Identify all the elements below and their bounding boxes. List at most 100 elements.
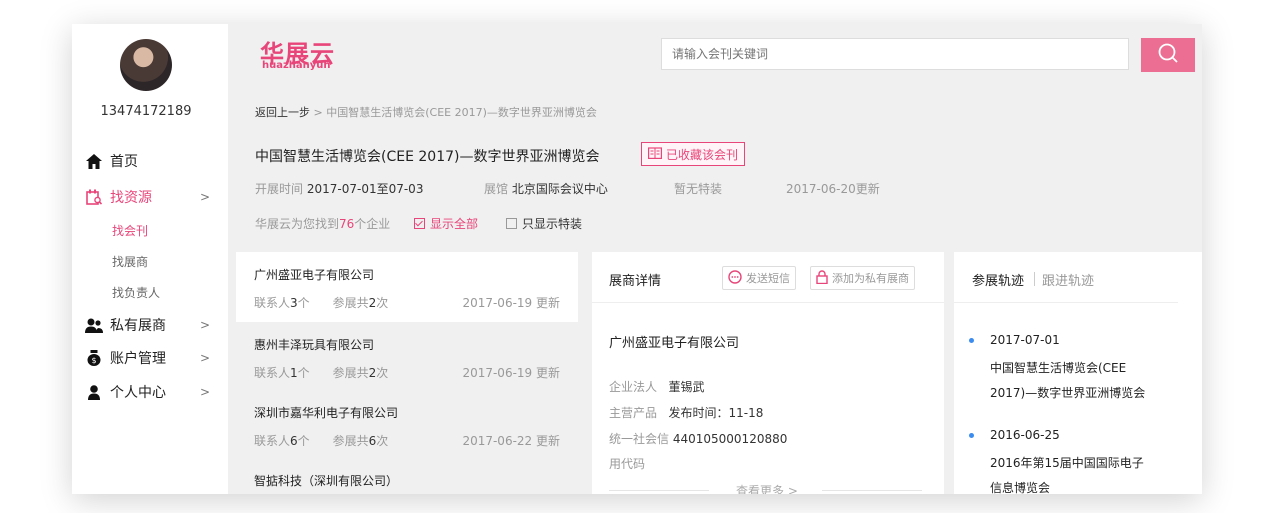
special-only-option[interactable]: 只显示特装 [506,215,582,232]
svg-text:$: $ [91,356,96,365]
contacts-unit: 个 [297,366,310,380]
result-count: 华展云为您找到76个企业 [255,215,390,232]
home-icon [84,152,104,170]
company-list: 广州盛亚电子有限公司 联系人3个 参展共2次 2017-06-19 更新 惠州丰… [236,252,578,494]
page-title: 中国智慧生活博览会(CEE 2017)—数字世界亚洲博览会 [255,149,600,165]
timeline-date: 2017-07-01 [990,333,1060,347]
chevron-right-icon: > [199,351,210,365]
tab-separator [1034,272,1035,286]
breadcrumb: 返回上一步 > 中国智慧生活博览会(CEE 2017)—数字世界亚洲博览会 [255,104,597,120]
company-name: 智掂科技（深圳有限公司） [254,474,399,488]
nav-label: 个人中心 [110,385,166,401]
legal-person-row: 企业法人 董锡武 [609,378,704,395]
exhibit-label: 参展共 [332,366,369,380]
result-prefix: 华展云为您找到 [255,217,340,231]
nav-item-account[interactable]: $ 账户管理 > [84,345,220,371]
exhibitor-detail-panel: 展商详情 发送短信 添加为私有展商 广州盛亚电子有限公司 企业法人 董锡武 主营… [592,252,944,494]
result-suffix: 个企业 [354,217,391,231]
nav-label: 找资源 [110,190,152,206]
search-input[interactable] [661,38,1129,70]
exhibit-label: 参展共 [332,434,369,448]
exhibit-unit: 次 [376,296,389,310]
company-updated: 2017-06-19 更新 [462,366,560,380]
contacts-label: 联系人 [254,296,291,310]
sub-item-find-exhibitor[interactable]: 找展商 [112,253,148,270]
timeline-text: 2016年第15届中国国际电子 [990,456,1144,470]
view-more-link[interactable]: 查看更多 > [736,482,798,494]
contacts-label: 联系人 [254,434,291,448]
credit-code-row: 统一社会信 440105000120880 [609,430,787,447]
avatar[interactable] [120,39,172,91]
exhibit-unit: 次 [376,366,389,380]
exhibit-label: 参展共 [332,296,369,310]
nav-item-personal[interactable]: 个人中心 > [84,379,220,405]
legal-label: 企业法人 [609,380,658,394]
updated-date: 2017-06-20更新 [786,182,880,196]
user-phone: 13474172189 [100,104,192,119]
date-label: 开展时间 [255,182,304,196]
track-tabs: 参展轨迹 跟进轨迹 [954,252,1178,303]
list-item[interactable]: 深圳市嘉华利电子有限公司 联系人6个 参展共6次 2017-06-22 更新 [236,390,578,460]
add-private-label: 添加为私有展商 [832,272,909,285]
sub-item-find-contact[interactable]: 找负责人 [112,284,160,301]
company-updated: 2017-06-19 更新 [462,296,560,310]
show-all-option[interactable]: 显示全部 [414,215,478,232]
event-venue: 展馆 北京国际会议中心 [484,180,608,197]
company-updated: 2017-06-22 更新 [462,434,560,448]
venue-label: 展馆 [484,182,509,196]
show-all-label: 显示全部 [430,217,479,231]
main-product-row: 主营产品 发布时间：11-18 [609,404,763,421]
chevron-right-icon: > [199,318,210,332]
tab-exhibition-track[interactable]: 参展轨迹 [972,270,1024,289]
track-panel: 参展轨迹 跟进轨迹 2017-07-01 中国智慧生活博览会(CEE 2017)… [954,252,1202,494]
contacts-count: 3 [290,296,298,310]
wallet-icon: $ [84,349,104,367]
product-value: 发布时间：11-18 [668,406,764,420]
users-icon [84,316,104,334]
catalog-icon [648,146,663,162]
list-item[interactable]: 惠州丰泽玩具有限公司 联系人1个 参展共2次 2017-06-19 更新 [236,322,578,392]
special-status: 暂无特装 [674,182,723,196]
nav-label: 账户管理 [110,351,166,367]
nav-label: 首页 [110,154,138,170]
breadcrumb-separator: > [313,106,323,119]
search-button[interactable] [1141,38,1195,72]
detail-company-name: 广州盛亚电子有限公司 [609,336,740,351]
back-link[interactable]: 返回上一步 [255,106,310,119]
timeline-date: 2016-06-25 [990,428,1060,442]
company-name: 广州盛亚电子有限公司 [254,268,375,282]
favorite-badge[interactable]: 已收藏该会刊 [641,142,746,166]
venue-value: 北京国际会议中心 [511,182,608,196]
add-private-button[interactable]: 添加为私有展商 [810,266,915,290]
resource-icon [84,188,104,206]
legal-value: 董锡武 [668,380,705,394]
timeline-text: 2017)—数字世界亚洲博览会 [990,386,1146,400]
search-icon [1157,42,1179,68]
nav-item-home[interactable]: 首页 [84,148,220,174]
send-sms-button[interactable]: 发送短信 [722,266,796,290]
panel-header: 展商详情 发送短信 添加为私有展商 [592,252,944,303]
tab-followup-track[interactable]: 跟进轨迹 [1042,270,1094,289]
checkbox-icon [506,218,517,229]
main-content: 华展云 huazhanyun 返回上一步 > 中国智慧生活博览会(CEE 201… [228,24,1202,494]
list-item[interactable]: 广州盛亚电子有限公司 联系人3个 参展共2次 2017-06-19 更新 [236,252,578,322]
breadcrumb-current: 中国智慧生活博览会(CEE 2017)—数字世界亚洲博览会 [326,106,597,119]
app-window: 13474172189 首页 找资源 > 找会刊 找展商 找负责人 私有展商 > [72,24,1202,494]
sub-item-find-catalog[interactable]: 找会刊 [112,222,148,239]
nav-item-private-exhibitors[interactable]: 私有展商 > [84,312,220,338]
checkbox-checked-icon [414,218,425,229]
panel-title: 展商详情 [609,274,662,289]
favorite-label: 已收藏该会刊 [666,147,739,162]
chevron-right-icon: > [199,190,210,204]
divider [609,490,709,491]
list-item[interactable]: 智掂科技（深圳有限公司） [236,458,578,494]
contacts-label: 联系人 [254,366,291,380]
exhibit-unit: 次 [376,434,389,448]
special-only-label: 只显示特装 [522,217,583,231]
company-name: 深圳市嘉华利电子有限公司 [254,406,399,420]
timeline-dot [969,433,974,438]
nav-label: 私有展商 [110,318,166,334]
contacts-count: 6 [290,434,298,448]
sidebar: 13474172189 首页 找资源 > 找会刊 找展商 找负责人 私有展商 > [72,24,228,494]
nav-item-find-resources[interactable]: 找资源 > [84,184,220,210]
